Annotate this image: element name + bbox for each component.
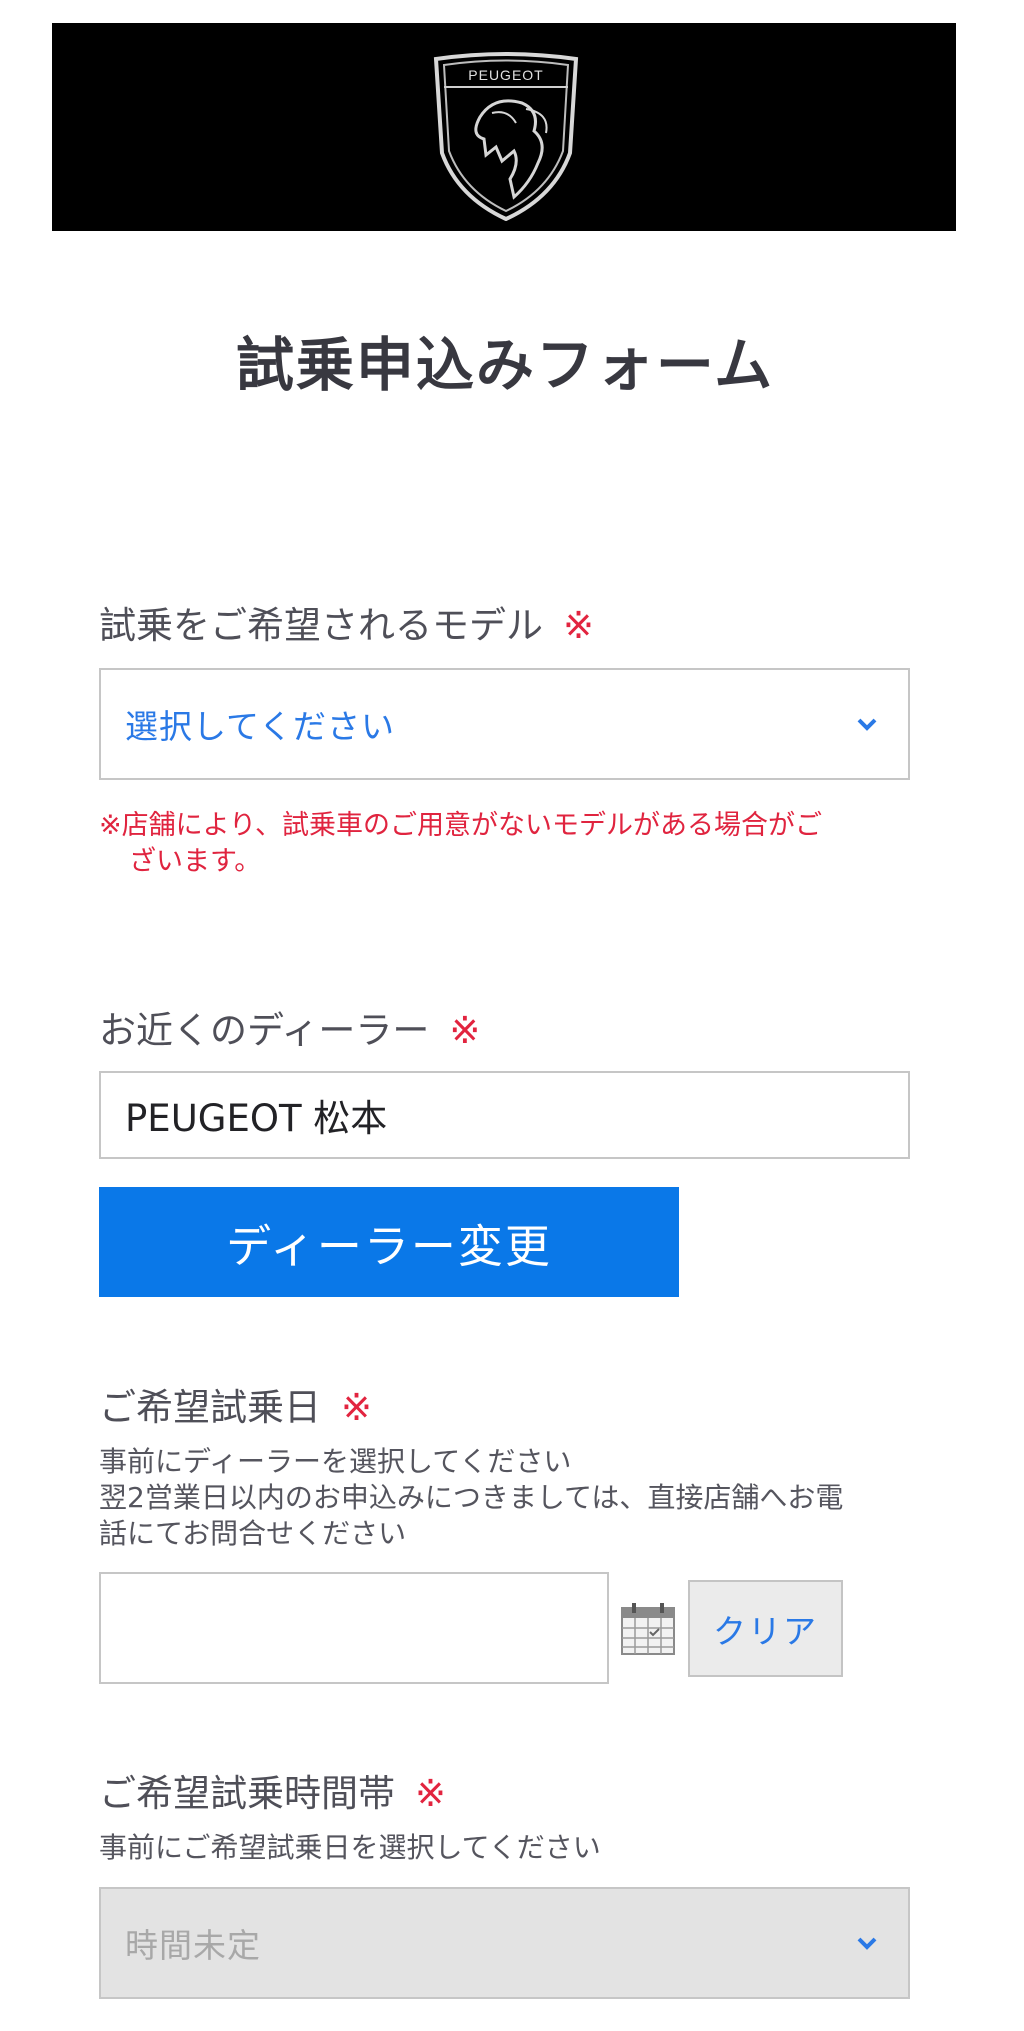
required-mark: ※ xyxy=(563,604,595,647)
date-label: ご希望試乗日 ※ xyxy=(99,1377,372,1431)
date-help-line3: 話にてお問合せください xyxy=(99,1517,407,1550)
model-label-text: 試乗をご希望されるモデル xyxy=(99,604,543,647)
svg-text:PEUGEOT: PEUGEOT xyxy=(468,67,543,83)
required-mark: ※ xyxy=(415,1772,447,1815)
peugeot-logo-icon: PEUGEOT xyxy=(433,52,579,221)
date-input[interactable] xyxy=(99,1572,609,1684)
model-availability-note: ※店舗により、試乗車のご用意がないモデルがある場合がご ざいます。 xyxy=(99,808,919,880)
page-title: 試乗申込みフォーム xyxy=(235,331,775,399)
site-header: PEUGEOT xyxy=(52,23,956,231)
required-mark: ※ xyxy=(341,1386,373,1429)
dealer-label-text: お近くのディーラー xyxy=(99,1009,430,1052)
time-label: ご希望試乗時間帯 ※ xyxy=(99,1763,446,1817)
date-help-text: 事前にディーラーを選択してください 翌2営業日以内のお申込みにつきましては、直接… xyxy=(99,1444,843,1552)
change-dealer-button[interactable]: ディーラー変更 xyxy=(99,1187,679,1297)
time-select-value: 時間未定 xyxy=(125,1926,261,1965)
dealer-label: お近くのディーラー ※ xyxy=(99,1000,480,1054)
model-select[interactable]: 選択してください xyxy=(99,668,910,780)
time-label-text: ご希望試乗時間帯 xyxy=(99,1772,395,1815)
model-note-line2: ざいます。 xyxy=(129,846,262,877)
model-label: 試乗をご希望されるモデル ※ xyxy=(99,595,594,649)
dealer-field[interactable]: PEUGEOT 松本 xyxy=(99,1071,910,1159)
model-note-line1: ※店舗により、試乗車のご用意がないモデルがある場合がご xyxy=(99,810,823,841)
time-select[interactable]: 時間未定 xyxy=(99,1887,910,1999)
dealer-field-value: PEUGEOT 松本 xyxy=(125,1097,388,1140)
model-select-value: 選択してください xyxy=(125,707,396,746)
chevron-down-icon xyxy=(857,718,877,731)
time-help-text: 事前にご希望試乗日を選択してください xyxy=(99,1831,601,1864)
date-help-line1: 事前にディーラーを選択してください xyxy=(99,1445,572,1478)
chevron-down-icon xyxy=(857,1937,877,1950)
date-label-text: ご希望試乗日 xyxy=(99,1386,321,1429)
date-help-line2: 翌2営業日以内のお申込みにつきましては、直接店舗へお電 xyxy=(99,1481,844,1514)
calendar-icon[interactable] xyxy=(620,1602,676,1656)
required-mark: ※ xyxy=(449,1009,481,1052)
clear-date-button[interactable]: クリア xyxy=(688,1580,843,1677)
